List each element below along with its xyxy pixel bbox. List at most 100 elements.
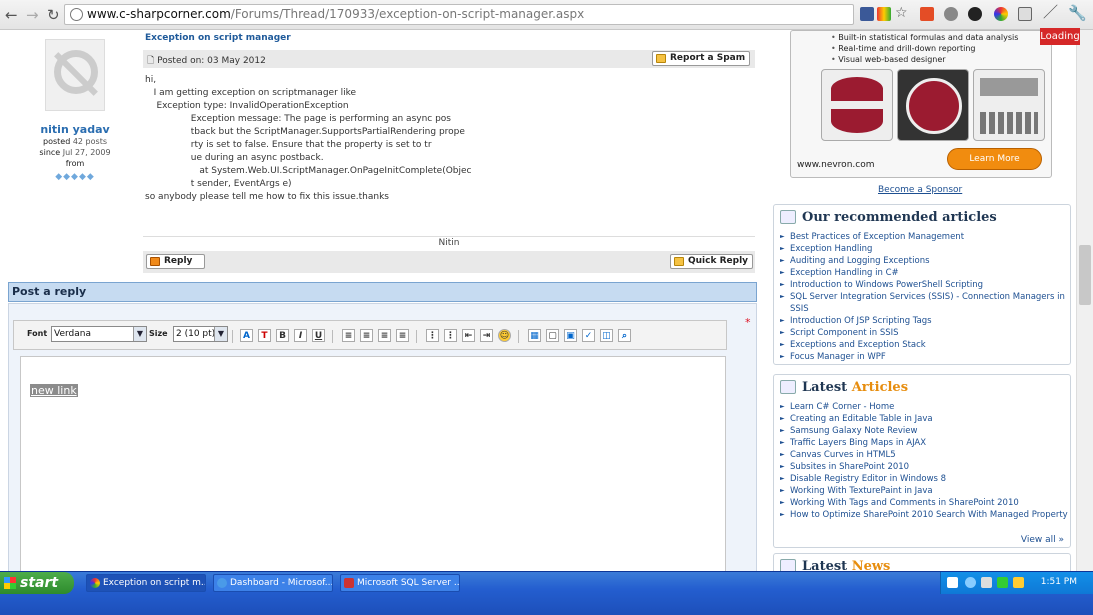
learn-more-button[interactable]: Learn More [947,148,1042,170]
url-host: www.c-sharpcorner.com [87,7,231,21]
post-signature: Nitin [143,236,755,250]
update-icon[interactable] [1013,577,1024,588]
avatar[interactable] [45,39,105,111]
article-link[interactable]: Exceptions and Exception Stack [780,339,1070,351]
article-link[interactable]: Working With TexturePaint in Java [780,485,1068,497]
font-select[interactable]: Verdana ▼ [51,326,147,342]
chrome-icon[interactable] [994,7,1008,21]
post-title[interactable]: Exception on script manager [145,33,291,43]
article-link[interactable]: Exception Handling in C# [780,267,1070,279]
spellcheck-icon[interactable]: ✓ [582,329,595,342]
article-link[interactable]: Traffic Layers Bing Maps in AJAX [780,437,1068,449]
article-link[interactable]: Disable Registry Editor in Windows 8 [780,473,1068,485]
bold-icon[interactable]: B [276,329,289,342]
windows-taskbar: start Exception on script m... Dashboard… [0,571,1093,615]
become-sponsor-link[interactable]: Become a Sponsor [878,185,962,195]
article-link[interactable]: Script Component in SSIS [780,327,1070,339]
sponsor-ad[interactable]: Built-in statistical formulas and data a… [790,30,1052,178]
scroll-thumb[interactable] [1079,245,1091,305]
article-link[interactable]: Canvas Curves in HTML5 [780,449,1068,461]
extension-circle-icon[interactable] [968,7,982,21]
latest-articles-list: Learn C# Corner - HomeCreating an Editab… [780,401,1068,521]
article-link[interactable]: Introduction to Windows PowerShell Scrip… [780,279,1070,291]
quick-reply-button[interactable]: Quick Reply [670,254,754,269]
clock: 1:51 PM [1040,577,1077,587]
author-posts: 42 posts [72,137,107,146]
article-link[interactable]: Working With Tags and Comments in ShareP… [780,497,1068,509]
gear-icon[interactable] [944,7,958,21]
unordered-list-icon[interactable]: ⋮ [444,329,457,342]
indent-icon[interactable]: ⇥ [480,329,493,342]
outdent-icon[interactable]: ⇤ [462,329,475,342]
wrench-icon[interactable]: 🔧 [1068,5,1087,21]
article-link[interactable]: Creating an Editable Table in Java [780,413,1068,425]
font-color-icon[interactable]: T [258,329,271,342]
html5-icon[interactable] [920,7,934,21]
reply-editor[interactable]: new link [20,356,726,571]
article-link[interactable]: Learn C# Corner - Home [780,401,1068,413]
chevron-down-icon: ▼ [214,327,227,341]
taskbar-item[interactable]: Exception on script m... [86,574,206,592]
address-bar[interactable]: www.c-sharpcorner.com/Forums/Thread/1709… [64,4,854,25]
ordered-list-icon[interactable]: ⋮ [426,329,439,342]
author-meta: posted 42 posts since Jul 27, 2009 from [39,137,111,168]
news-icon [780,559,796,571]
facebook-icon[interactable] [860,7,874,21]
post-actions: Reply Quick Reply [143,251,755,273]
image-icon[interactable]: ▣ [564,329,577,342]
help-icon[interactable] [947,577,958,588]
forward-icon[interactable]: → [26,7,39,23]
author-since: Jul 27, 2009 [62,148,111,157]
smiley-icon[interactable]: ☺ [498,329,511,342]
taskbar-item[interactable]: Dashboard - Microsof... [213,574,333,592]
url-path: /Forums/Thread/170933/exception-on-scrip… [230,7,585,21]
frame-icon[interactable]: ▢ [546,329,559,342]
article-link[interactable]: SQL Server Integration Services (SSIS) -… [780,291,1070,315]
antivirus-icon[interactable] [997,577,1008,588]
search-icon[interactable]: ⌕ [618,329,631,342]
keyboard-icon[interactable] [1018,7,1032,21]
article-link[interactable]: Samsung Galaxy Note Review [780,425,1068,437]
view-all-link[interactable]: View all » [1021,535,1064,545]
search-icon [780,210,796,224]
italic-icon[interactable]: I [294,329,307,342]
required-mark: * [745,316,751,329]
article-link[interactable]: Best Practices of Exception Management [780,231,1070,243]
align-center-icon[interactable]: ≡ [360,329,373,342]
start-button[interactable]: start [0,572,74,594]
bar-meter-icon [973,69,1045,141]
chrome-icon [90,578,100,588]
article-link[interactable]: Introduction Of JSP Scripting Tags [780,315,1070,327]
browser-toolbar: ← → ↻ www.c-sharpcorner.com/Forums/Threa… [0,0,1093,30]
align-right-icon[interactable]: ≡ [378,329,391,342]
insert-media-icon[interactable]: ◫ [600,329,613,342]
network-icon[interactable] [965,577,976,588]
justify-icon[interactable]: ≡ [396,329,409,342]
bookmark-star-icon[interactable]: ☆ [895,5,908,21]
article-link[interactable]: Auditing and Logging Exceptions [780,255,1070,267]
highlight-color-icon[interactable]: A [240,329,253,342]
dial-icon [897,69,969,141]
report-spam-button[interactable]: Report a Spam [652,51,751,66]
table-icon[interactable]: ▦ [528,329,541,342]
reload-icon[interactable]: ↻ [47,7,60,23]
latest-news-box: Latest News [773,553,1071,571]
latest-articles-box: Latest Articles Learn C# Corner - HomeCr… [773,374,1071,548]
latest-articles-title: Latest Articles [802,380,909,395]
underline-icon[interactable]: U [312,329,325,342]
reply-button[interactable]: Reply [146,254,205,269]
back-icon[interactable]: ← [5,7,18,23]
pen-icon[interactable]: ／ [1043,4,1058,20]
author-name[interactable]: nitin yadav [8,123,142,136]
taskbar-item[interactable]: Microsoft SQL Server ... [340,574,460,592]
volume-icon[interactable] [981,577,992,588]
article-link[interactable]: Focus Manager in WPF [780,351,1070,363]
article-link[interactable]: How to Optimize SharePoint 2010 Search W… [780,509,1068,521]
article-link[interactable]: Exception Handling [780,243,1070,255]
article-link[interactable]: Subsites in SharePoint 2010 [780,461,1068,473]
extension-icon[interactable] [877,7,891,21]
editor-link[interactable]: new link [30,384,78,397]
align-left-icon[interactable]: ≡ [342,329,355,342]
size-select[interactable]: 2 (10 pt) ▼ [173,326,228,342]
page-scrollbar[interactable] [1076,30,1093,571]
